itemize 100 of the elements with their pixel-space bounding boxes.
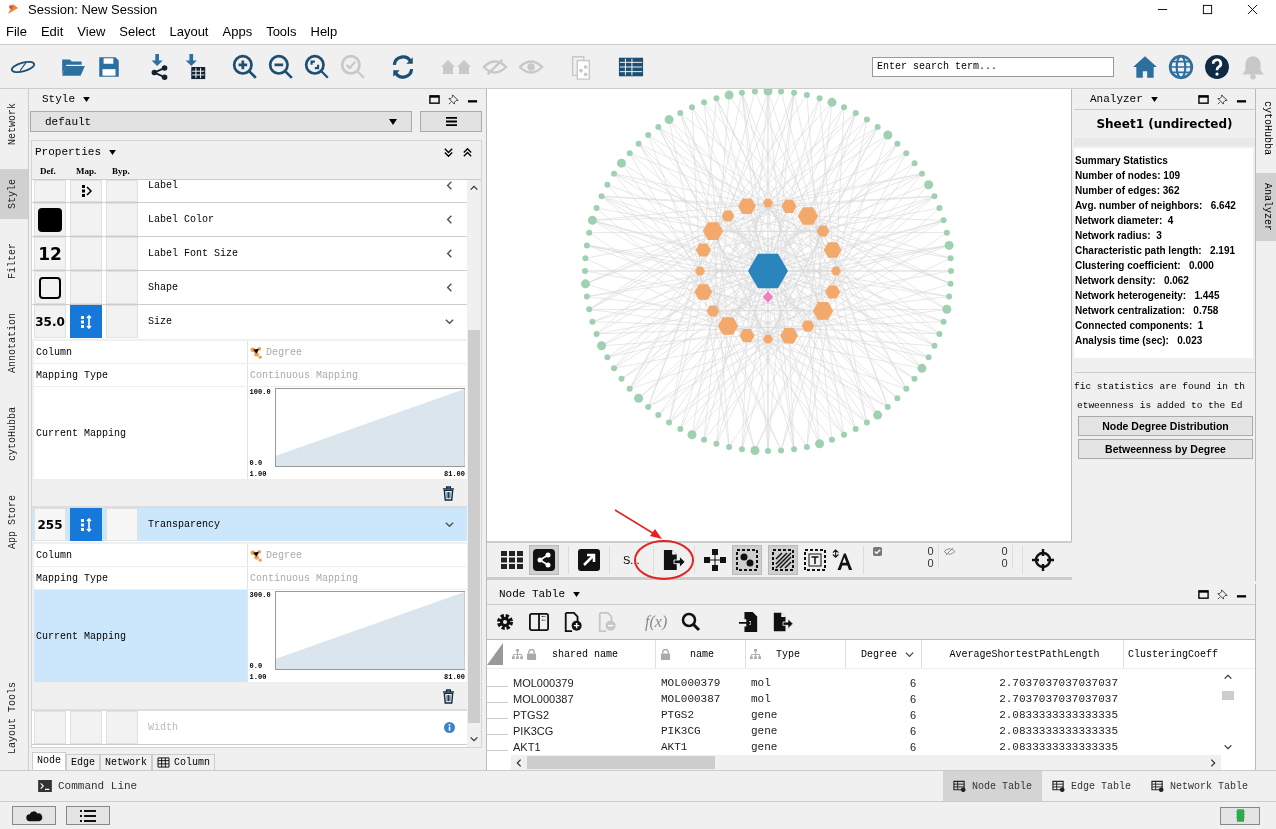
chart-button[interactable]: Betweenness by Degree xyxy=(1078,439,1253,459)
scroll-down-icon[interactable] xyxy=(469,735,479,743)
side-tab[interactable]: App Store xyxy=(0,485,28,560)
default-cell[interactable]: 12 xyxy=(34,237,66,270)
menu-item[interactable]: File xyxy=(6,23,27,39)
property-row[interactable]: Label xyxy=(32,180,467,203)
text-annotation-icon[interactable] xyxy=(803,549,826,571)
column-header[interactable]: Type xyxy=(746,640,846,668)
maximize-icon[interactable] xyxy=(1202,3,1213,15)
scroll-up-icon[interactable] xyxy=(469,184,479,192)
tab[interactable]: Node Table xyxy=(942,771,1042,801)
side-tab[interactable]: cytoHubba xyxy=(0,397,28,472)
chevron-left-icon[interactable] xyxy=(444,180,455,191)
property-row[interactable]: Shape xyxy=(32,271,467,305)
scroll-left-icon[interactable] xyxy=(515,757,523,768)
mapping-graph[interactable] xyxy=(274,591,465,670)
font-size-icon[interactable] xyxy=(831,549,854,571)
caret-icon[interactable] xyxy=(573,591,580,597)
share-network-button[interactable] xyxy=(529,545,559,575)
panel-title[interactable]: Analyzer xyxy=(1090,93,1143,105)
tab[interactable]: Network xyxy=(100,754,153,770)
chevron-down-icon[interactable] xyxy=(444,316,455,327)
property-row[interactable]: 12 Label Font Size xyxy=(32,237,467,271)
menu-item[interactable]: Select xyxy=(119,23,156,39)
nodes-layout-icon[interactable] xyxy=(703,549,726,571)
bypass-cell[interactable] xyxy=(106,508,138,541)
expand-all-icon[interactable] xyxy=(443,146,454,158)
column-header[interactable]: AverageShortestPathLength xyxy=(922,640,1124,668)
default-cell[interactable] xyxy=(34,271,66,304)
zoom-fit-icon[interactable] xyxy=(304,53,330,80)
column-header[interactable]: name xyxy=(656,640,746,668)
export-icon[interactable] xyxy=(773,612,794,633)
float-window-icon[interactable] xyxy=(1198,588,1209,600)
open-external-icon[interactable] xyxy=(578,549,600,571)
grid-icon[interactable] xyxy=(501,549,523,571)
property-row[interactable]: Label Color xyxy=(32,203,467,237)
scroll-thumb[interactable] xyxy=(1222,691,1234,700)
menu-item[interactable]: View xyxy=(77,23,106,39)
default-cell[interactable] xyxy=(34,203,66,236)
zoom-out-icon[interactable] xyxy=(268,53,294,80)
default-cell[interactable] xyxy=(34,180,66,202)
menu-item[interactable]: Edit xyxy=(40,23,64,39)
columns-icon[interactable] xyxy=(529,612,549,633)
scroll-down-icon[interactable] xyxy=(1223,743,1233,751)
crosshair-icon[interactable] xyxy=(1031,549,1054,571)
tab[interactable]: Edge Table xyxy=(1041,771,1141,801)
side-tab[interactable]: Annotation xyxy=(0,303,28,384)
tab[interactable]: Edge xyxy=(66,754,101,770)
panel-title[interactable]: Node Table xyxy=(499,588,565,601)
menu-item[interactable]: Tools xyxy=(266,23,297,39)
mapping-cell[interactable] xyxy=(70,508,102,541)
bypass-cell[interactable] xyxy=(106,180,138,202)
scrollbar[interactable] xyxy=(467,180,481,747)
scroll-right-icon[interactable] xyxy=(1209,757,1217,768)
select-nodes-button[interactable] xyxy=(731,545,762,575)
panel-title[interactable]: Style xyxy=(42,93,75,105)
style-dropdown[interactable]: default xyxy=(30,111,412,132)
column-header[interactable]: shared name xyxy=(508,640,656,668)
task-list-button[interactable] xyxy=(66,806,110,825)
section-title[interactable]: Properties xyxy=(35,146,101,158)
globe-icon[interactable] xyxy=(1168,53,1194,80)
collapse-all-icon[interactable] xyxy=(462,146,473,158)
float-window-icon[interactable] xyxy=(1198,93,1209,105)
help-icon[interactable] xyxy=(1204,53,1230,80)
select-edges-button[interactable] xyxy=(767,545,798,575)
caret-icon[interactable] xyxy=(1150,96,1158,102)
column-header[interactable]: Degree xyxy=(846,640,922,668)
menu-item[interactable]: Apps xyxy=(222,23,253,39)
chevron-left-icon[interactable] xyxy=(444,282,455,293)
pin-icon[interactable] xyxy=(1217,588,1228,600)
side-tab[interactable]: Network xyxy=(0,93,28,155)
default-cell[interactable]: 255 xyxy=(34,508,66,541)
side-tab[interactable]: cytoHubba xyxy=(1256,95,1276,161)
zoom-in-icon[interactable] xyxy=(232,53,258,80)
default-cell[interactable]: 35.0 xyxy=(34,305,66,338)
scroll-up-icon[interactable] xyxy=(1223,673,1233,681)
memory-button[interactable] xyxy=(1220,806,1260,825)
select-all-corner[interactable] xyxy=(487,643,503,665)
menu-item[interactable]: Help xyxy=(310,23,338,39)
trash-icon[interactable] xyxy=(442,485,455,501)
caret-icon[interactable] xyxy=(83,96,90,102)
search-icon[interactable] xyxy=(681,612,702,633)
bypass-cell[interactable] xyxy=(106,203,138,236)
options-menu-button[interactable] xyxy=(420,111,482,132)
settings-icon[interactable] xyxy=(495,612,515,633)
pin-icon[interactable] xyxy=(448,93,459,105)
bypass-cell[interactable] xyxy=(106,237,138,270)
tab[interactable]: Node xyxy=(32,752,66,770)
caret-icon[interactable] xyxy=(109,149,116,155)
bypass-cell[interactable] xyxy=(106,305,138,338)
mapping-cell[interactable] xyxy=(70,305,102,338)
side-tab[interactable]: Layout Tools xyxy=(0,672,28,764)
side-tab[interactable]: Filter xyxy=(0,233,28,290)
search-field[interactable]: Enter search term... xyxy=(872,56,1114,77)
cloud-button[interactable] xyxy=(12,806,56,825)
tab[interactable]: Column xyxy=(152,754,216,770)
trash-icon[interactable] xyxy=(442,688,455,704)
mapping-graph[interactable] xyxy=(274,388,465,467)
refresh-icon[interactable] xyxy=(390,53,416,80)
property-row[interactable]: 255 Transparency xyxy=(32,508,467,542)
